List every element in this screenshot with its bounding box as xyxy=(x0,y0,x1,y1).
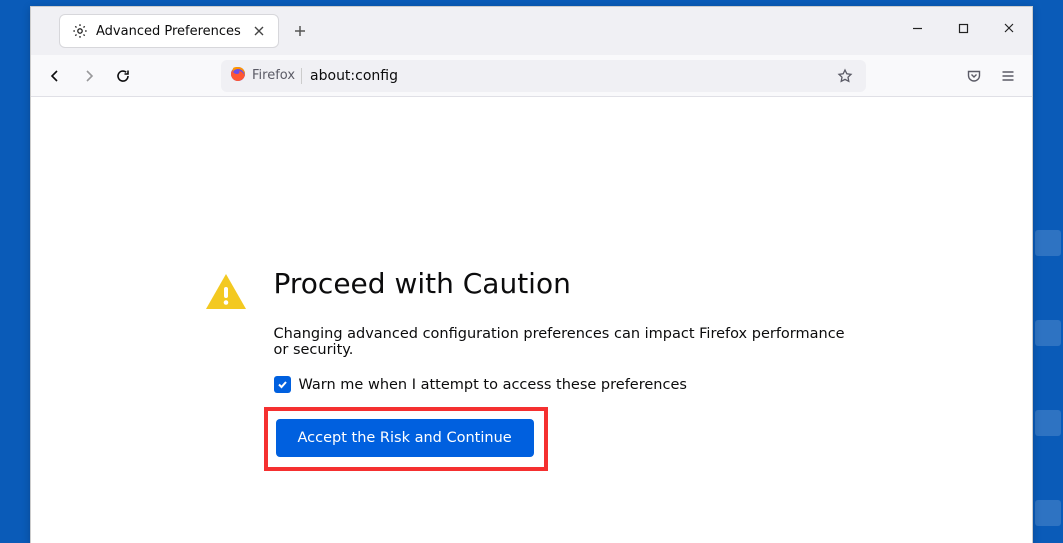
reload-button[interactable] xyxy=(107,60,139,92)
identity-box[interactable]: Firefox xyxy=(230,66,302,86)
bookmark-star-icon[interactable] xyxy=(833,64,857,88)
firefox-window: Advanced Preferences xyxy=(30,6,1033,543)
app-menu-button[interactable] xyxy=(992,60,1024,92)
navigation-toolbar: Firefox about:config xyxy=(31,55,1032,97)
url-text: about:config xyxy=(310,68,825,84)
tab-title: Advanced Preferences xyxy=(96,24,242,39)
identity-label: Firefox xyxy=(252,68,295,83)
highlight-annotation: Accept the Risk and Continue xyxy=(264,407,548,471)
firefox-icon xyxy=(230,66,246,86)
desktop-shortcut[interactable] xyxy=(1035,500,1061,526)
warning-subtitle: Changing advanced configuration preferen… xyxy=(274,326,862,358)
minimize-button[interactable] xyxy=(894,7,940,49)
back-button[interactable] xyxy=(39,60,71,92)
desktop-shortcut[interactable] xyxy=(1035,320,1061,346)
new-tab-button[interactable] xyxy=(285,16,315,46)
close-window-button[interactable] xyxy=(986,7,1032,49)
tab-bar: Advanced Preferences xyxy=(31,7,1032,55)
page-content: Proceed with Caution Changing advanced c… xyxy=(31,97,1032,543)
warning-icon xyxy=(202,269,250,317)
warning-body: Proceed with Caution Changing advanced c… xyxy=(274,267,862,543)
maximize-button[interactable] xyxy=(940,7,986,49)
accept-risk-button[interactable]: Accept the Risk and Continue xyxy=(276,419,534,457)
page-title: Proceed with Caution xyxy=(274,267,862,300)
desktop-background xyxy=(1033,0,1063,543)
checkbox-label: Warn me when I attempt to access these p… xyxy=(299,377,687,393)
gear-icon xyxy=(72,23,88,39)
window-controls xyxy=(894,7,1032,49)
forward-button[interactable] xyxy=(73,60,105,92)
warn-checkbox-row[interactable]: Warn me when I attempt to access these p… xyxy=(274,376,862,393)
browser-tab[interactable]: Advanced Preferences xyxy=(59,14,279,48)
pocket-button[interactable] xyxy=(958,60,990,92)
warning-container: Proceed with Caution Changing advanced c… xyxy=(202,267,862,543)
desktop-shortcut[interactable] xyxy=(1035,410,1061,436)
divider xyxy=(301,68,302,84)
close-icon[interactable] xyxy=(250,22,268,40)
checkbox-icon[interactable] xyxy=(274,376,291,393)
url-bar[interactable]: Firefox about:config xyxy=(221,60,866,92)
desktop-shortcut[interactable] xyxy=(1035,230,1061,256)
